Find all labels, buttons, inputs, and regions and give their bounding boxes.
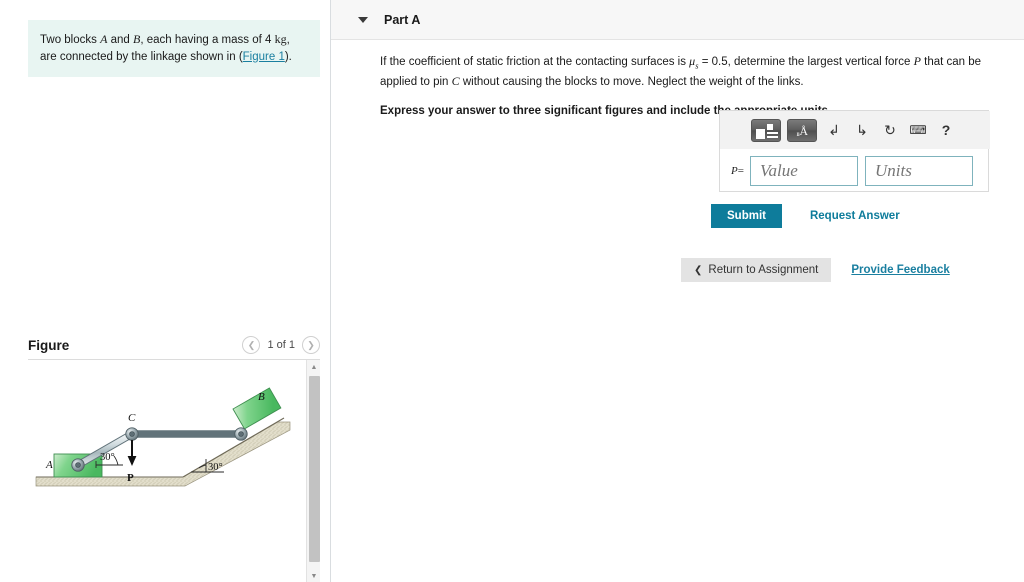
- scrollbar-up-arrow-icon[interactable]: ▲: [307, 360, 320, 374]
- help-icon[interactable]: ?: [935, 119, 957, 142]
- problem-unit-kg: kg: [274, 32, 287, 46]
- caret-down-icon[interactable]: [358, 16, 368, 23]
- ground-incline-line: [182, 417, 285, 478]
- left-pane: Two blocks A and B , each having a mass o…: [0, 0, 331, 582]
- submit-button[interactable]: Submit: [711, 204, 782, 228]
- answer-row: P=: [720, 149, 990, 193]
- block-b: [232, 387, 282, 430]
- pin-a: [71, 458, 85, 472]
- return-to-assignment-button[interactable]: ❮ Return to Assignment: [681, 258, 832, 282]
- figure-pager-label: 1 of 1: [267, 339, 295, 351]
- pin-symbol: C: [451, 74, 460, 89]
- part-a-title: Part A: [384, 12, 421, 27]
- provide-feedback-link[interactable]: Provide Feedback: [851, 264, 949, 276]
- equals-sign: =: [737, 165, 744, 177]
- redo-icon[interactable]: ↳: [851, 119, 873, 142]
- force-p-arrow: [127, 440, 137, 466]
- problem-text-4: ).: [284, 50, 292, 63]
- chevron-left-icon: ❮: [694, 264, 703, 276]
- undo-icon[interactable]: ↲: [823, 119, 845, 142]
- label-a: A: [45, 459, 53, 471]
- label-force-p: P: [127, 472, 134, 484]
- figure-header: Figure ❮ 1 of 1 ❯: [28, 332, 320, 358]
- problem-text-and: and: [107, 34, 133, 46]
- part-a-header[interactable]: Part A: [331, 0, 1024, 40]
- answer-p-label: P=: [724, 165, 750, 177]
- force-symbol: P: [913, 54, 921, 68]
- keyboard-icon[interactable]: ⌨: [907, 119, 929, 142]
- chevron-right-icon: ❯: [307, 339, 315, 350]
- figure-panel: A B C P 30° 30° ▲ ▼: [28, 359, 320, 582]
- template-button[interactable]: [751, 118, 781, 142]
- answer-toolbar: ıı Å ↲ ↳ ↻ ⌨ ?: [720, 111, 990, 149]
- pin-c: [125, 427, 139, 441]
- footer-row: ❮ Return to Assignment Provide Feedback: [681, 258, 950, 282]
- chevron-left-icon: ❮: [247, 339, 256, 350]
- problem-statement: Two blocks A and B, each having a mass o…: [28, 20, 320, 78]
- question-text: If the coefficient of static friction at…: [380, 52, 1010, 92]
- right-pane: Part A If the coefficient of static fric…: [331, 0, 1024, 582]
- question-prefix: If the coefficient of static friction at…: [380, 56, 690, 68]
- units-input[interactable]: [865, 156, 973, 186]
- value-input[interactable]: [750, 156, 858, 186]
- label-b: B: [258, 391, 265, 403]
- pin-b: [234, 427, 248, 441]
- units-glyph: ıı Å: [796, 123, 808, 138]
- problem-text-1: Two blocks: [40, 34, 101, 46]
- label-c: C: [128, 412, 136, 424]
- submit-row: Submit Request Answer: [711, 204, 900, 228]
- units-button[interactable]: ıı Å: [787, 118, 817, 142]
- question-suffix: without causing the blocks to move. Negl…: [459, 76, 804, 89]
- figure-scrollbar[interactable]: ▲ ▼: [306, 360, 320, 582]
- figure-next-button[interactable]: ❯: [302, 336, 320, 354]
- problem-text-2: , each having a mass of 4: [140, 34, 275, 46]
- reset-icon[interactable]: ↻: [879, 119, 901, 142]
- mu-value: = 0.5, determine the largest vertical fo…: [698, 56, 914, 68]
- p-symbol: P: [731, 165, 738, 177]
- figure-pager: ❮ 1 of 1 ❯: [242, 336, 320, 354]
- label-angle-incline: 30°: [208, 462, 223, 473]
- figure-1-link[interactable]: Figure 1: [243, 51, 285, 63]
- label-angle-link: 30°: [100, 452, 115, 463]
- block-b-group: [232, 387, 282, 430]
- answer-entry-box: ıı Å ↲ ↳ ↻ ⌨ ? P=: [719, 110, 990, 193]
- mastering-physics-page: Two blocks A and B , each having a mass o…: [0, 0, 1024, 582]
- scrollbar-thumb[interactable]: [309, 376, 320, 562]
- request-answer-link[interactable]: Request Answer: [810, 210, 900, 222]
- scrollbar-down-arrow-icon[interactable]: ▼: [307, 569, 320, 582]
- figure-title: Figure: [28, 337, 70, 353]
- linkage-diagram: A B C P 30° 30°: [35, 387, 291, 487]
- return-button-label: Return to Assignment: [708, 264, 819, 276]
- figure-prev-button[interactable]: ❮: [242, 336, 261, 354]
